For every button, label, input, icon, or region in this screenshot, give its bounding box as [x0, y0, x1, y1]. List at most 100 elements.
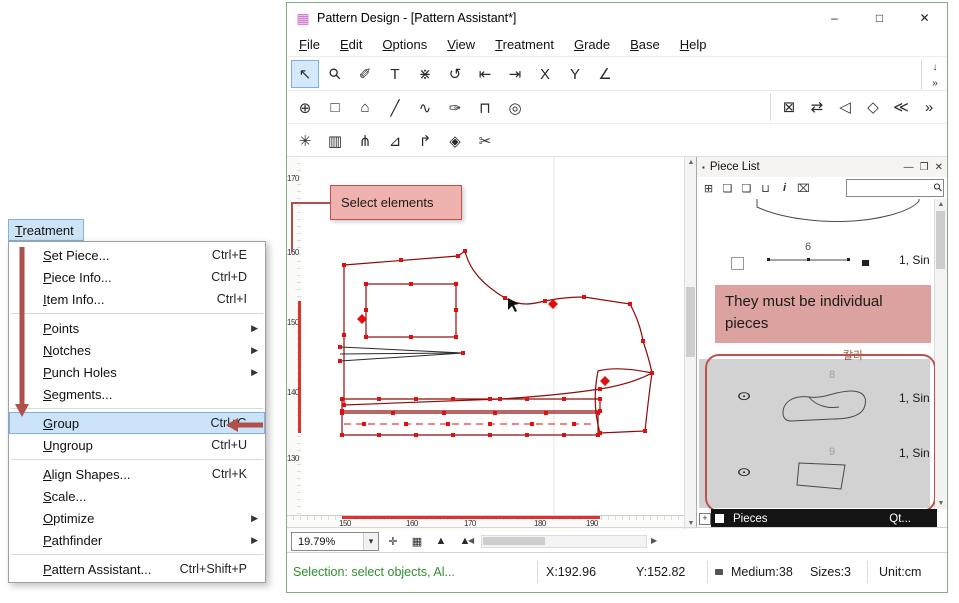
menu-item[interactable]: Ungroup Ctrl+U — [9, 434, 265, 456]
piece-thumbnail-strip[interactable] — [765, 256, 853, 266]
close-button[interactable]: ✕ — [902, 3, 947, 33]
status-x-coordinate: X:192.96 — [546, 565, 596, 579]
notch-tool-icon[interactable]: ⋔ — [351, 127, 379, 155]
seam-tool-icon[interactable]: ⋇ — [411, 60, 439, 88]
scrollbar-thumb[interactable] — [686, 287, 695, 357]
protractor-tool-icon[interactable]: ⊿ — [381, 127, 409, 155]
move-left-tool-icon[interactable]: ⇤ — [471, 60, 499, 88]
scroll-up-icon[interactable]: ▲ — [935, 201, 947, 208]
menu-item[interactable]: Segments... — [9, 383, 265, 405]
grid-tool-icon[interactable]: ◈ — [441, 127, 469, 155]
piece-list-scrollbar[interactable]: ▲ ▼ — [934, 199, 947, 509]
zoom-select[interactable]: 19.79% ▾ — [291, 532, 379, 551]
move-x-tool-icon[interactable]: X — [531, 60, 559, 88]
menu-item[interactable]: Optimize ▶ — [9, 507, 265, 529]
scroll-right-icon[interactable]: ▶ — [651, 536, 657, 545]
more-tools-icon[interactable]: » — [915, 93, 943, 121]
rotate-tool-icon[interactable]: ↺ — [441, 60, 469, 88]
menu-item[interactable]: Notches ▶ — [9, 339, 265, 361]
piece-checkbox[interactable] — [731, 257, 744, 270]
treatment-menu-title: Treatment — [15, 223, 74, 238]
piece-thumbnail-partial[interactable] — [753, 199, 923, 225]
canvas-horizontal-scrollbar[interactable] — [481, 535, 647, 548]
folder-icon[interactable]: ⊔ — [758, 181, 773, 196]
polygon-tool-icon[interactable]: ⌂ — [351, 94, 379, 122]
menu-item[interactable]: Piece Info... Ctrl+D — [9, 266, 265, 288]
move-right-tool-icon[interactable]: ⇥ — [501, 60, 529, 88]
menu-item[interactable]: Align Shapes... Ctrl+K — [9, 463, 265, 485]
panel-close-icon[interactable]: ✕ — [935, 162, 943, 173]
menu-item[interactable]: Punch Holes ▶ — [9, 361, 265, 383]
panel-minimize-icon[interactable]: — — [904, 162, 914, 173]
menubar-item[interactable]: Base — [620, 33, 670, 56]
select-all-checkbox[interactable] — [715, 514, 724, 523]
zoom-all-icon[interactable]: ▲ — [431, 531, 451, 551]
expand-tree-icon[interactable]: + — [699, 513, 711, 525]
curve-tool-icon[interactable]: ∿ — [411, 94, 439, 122]
symmetry-tool-icon[interactable]: ◇ — [859, 93, 887, 121]
treatment-menu-header[interactable]: Treatment — [8, 219, 84, 241]
scroll-left-icon[interactable]: ◀ — [468, 536, 474, 545]
menu-item[interactable] — [9, 405, 265, 412]
rectangle-tool-icon[interactable]: □ — [321, 94, 349, 122]
pen-tool-icon[interactable]: ✑ — [441, 94, 469, 122]
minimize-button[interactable]: – — [812, 3, 857, 33]
piece-search-input[interactable] — [848, 181, 930, 193]
menubar-item[interactable]: Edit — [330, 33, 372, 56]
menubar-item[interactable]: File — [289, 33, 330, 56]
menu-item[interactable]: Scale... — [9, 485, 265, 507]
toolbar-standard: ↖ ⚲ ✐ T ⋇ ↺ ⇤ ⇥ X Y ∠ ↓ » — [287, 56, 947, 91]
menu-item[interactable]: Pattern Assistant... Ctrl+Shift+P — [9, 558, 265, 580]
grid-view-icon[interactable]: ▦ — [407, 531, 427, 551]
scroll-down-icon[interactable]: ↓ — [926, 59, 944, 75]
info-icon[interactable]: i — [777, 181, 792, 196]
cut-tool-icon[interactable]: ✂ — [471, 127, 499, 155]
menu-item[interactable]: Pathfinder ▶ — [9, 529, 265, 551]
seam-allowance-tool-icon[interactable]: ✳ — [291, 127, 319, 155]
mirror-tool-icon[interactable]: ⊠ — [775, 93, 803, 121]
text-tool-icon[interactable]: T — [381, 60, 409, 88]
delete-piece-icon[interactable]: ⌧ — [796, 181, 811, 196]
menubar-item[interactable]: Options — [372, 33, 437, 56]
menubar-item[interactable]: View — [437, 33, 485, 56]
menubar-item[interactable]: Help — [670, 33, 717, 56]
copy-piece-icon[interactable]: ❏ — [720, 181, 735, 196]
new-piece-icon[interactable]: ⊞ — [701, 181, 716, 196]
piece-list-toolbar: ⊞ ❏ ❏ ⊔ i ⌧ ⚲ — [697, 177, 947, 200]
menubar-item[interactable]: Grade — [564, 33, 620, 56]
menu-item[interactable] — [9, 456, 265, 463]
menu-item[interactable] — [9, 310, 265, 317]
exchange-tool-icon[interactable]: ⇄ — [803, 93, 831, 121]
column-qty[interactable]: Qt... — [889, 513, 911, 525]
offset-tool-icon[interactable]: ⊓ — [471, 94, 499, 122]
menubar-item[interactable]: Treatment — [485, 33, 564, 56]
search-icon[interactable]: ⚲ — [931, 180, 946, 195]
fan-tool-icon[interactable]: ≪ — [887, 93, 915, 121]
duplicate-piece-icon[interactable]: ❏ — [739, 181, 754, 196]
zoom-tool-icon[interactable]: ⚲ — [315, 54, 355, 94]
menu-item[interactable]: Group Ctrl+G — [9, 412, 265, 434]
rotate-piece-tool-icon[interactable]: ◁ — [831, 93, 859, 121]
menu-item[interactable]: Item Info... Ctrl+I — [9, 288, 265, 310]
annotation-individual-pieces: They must be individual pieces — [715, 285, 931, 343]
corner-tool-icon[interactable]: ↱ — [411, 127, 439, 155]
scroll-down-icon[interactable]: ▼ — [935, 500, 947, 507]
scrollbar-thumb[interactable] — [483, 537, 545, 545]
line-tool-icon[interactable]: ╱ — [381, 94, 409, 122]
chevron-down-icon[interactable]: ▾ — [363, 533, 378, 550]
circle-tool-icon[interactable]: ⊕ — [291, 94, 319, 122]
fit-view-icon[interactable]: ✛ — [383, 531, 403, 551]
measure-tool-icon[interactable]: ✐ — [351, 60, 379, 88]
move-y-tool-icon[interactable]: Y — [561, 60, 589, 88]
panel-float-icon[interactable]: ❐ — [920, 162, 929, 173]
more-tools-icon[interactable]: » — [926, 75, 944, 91]
hatch-tool-icon[interactable]: ▥ — [321, 127, 349, 155]
scrollbar-thumb[interactable] — [936, 211, 945, 269]
angle-tool-icon[interactable]: ∠ — [591, 60, 619, 88]
menu-item[interactable]: Set Piece... Ctrl+E — [9, 244, 265, 266]
spiral-tool-icon[interactable]: ◎ — [501, 94, 529, 122]
menu-item[interactable]: Points ▶ — [9, 317, 265, 339]
column-pieces[interactable]: Pieces — [733, 513, 768, 525]
maximize-button[interactable]: □ — [857, 3, 902, 33]
menu-item[interactable] — [9, 551, 265, 558]
